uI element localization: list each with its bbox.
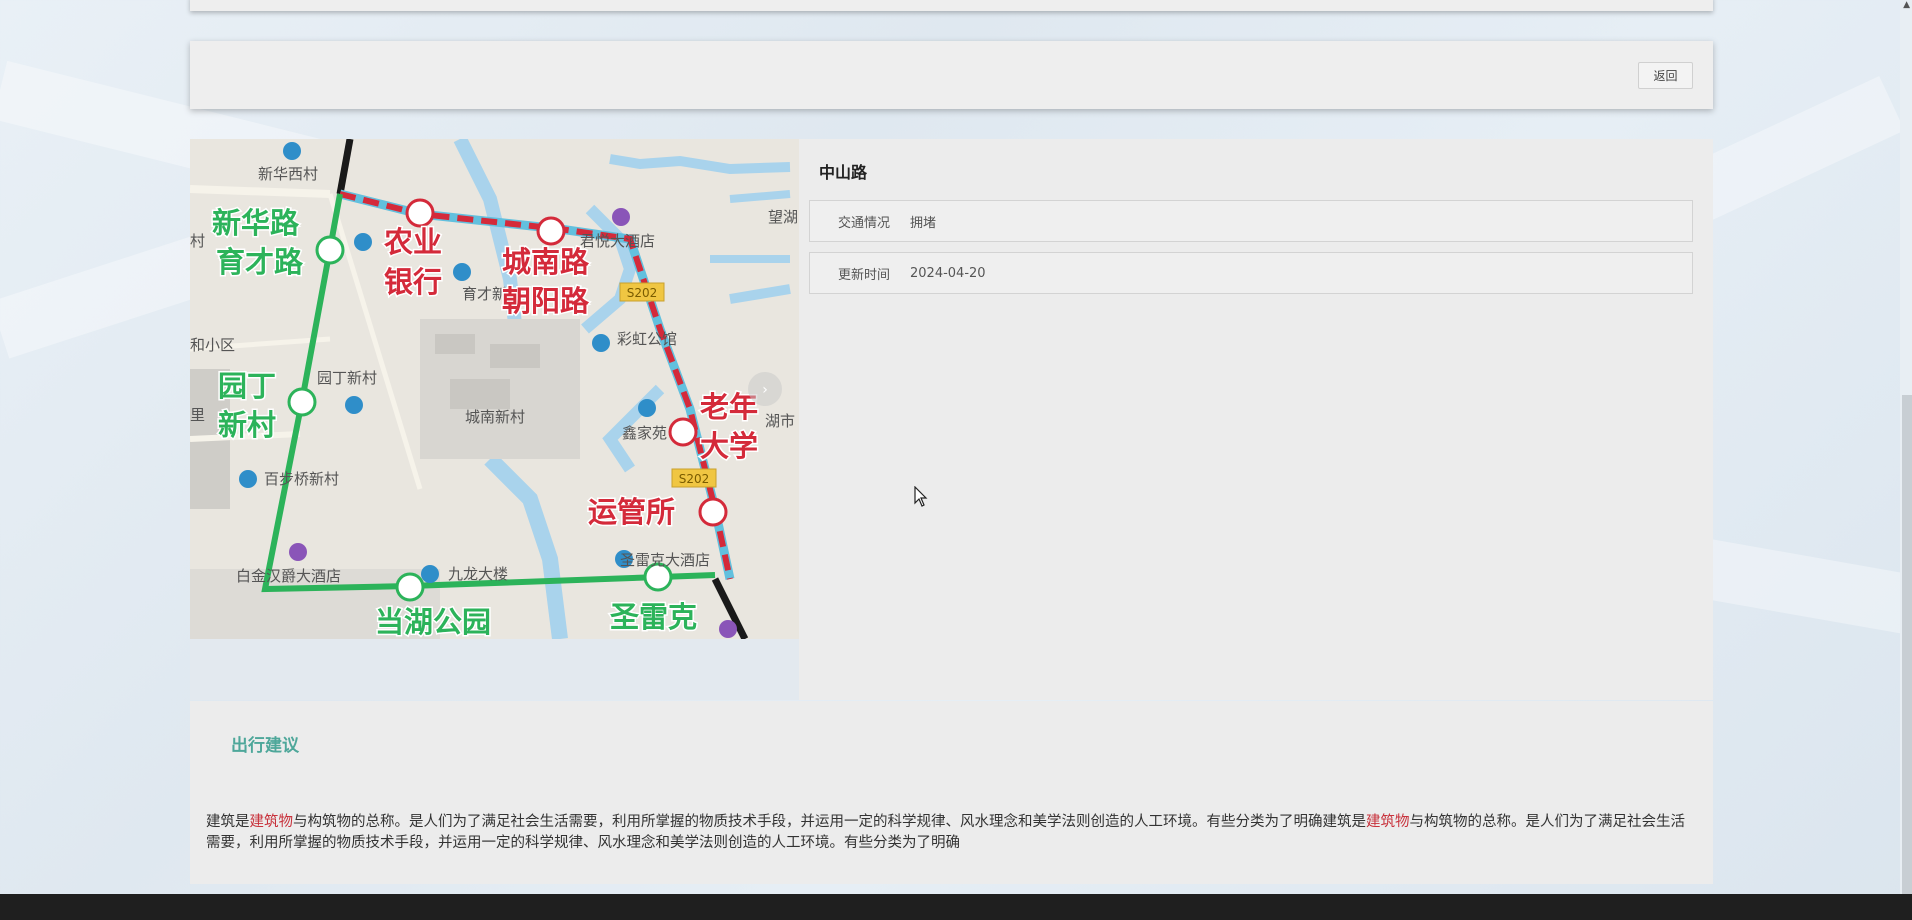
scrollbar-thumb[interactable] xyxy=(1902,395,1912,894)
route-map[interactable]: S202 S202 新华西村 育才新村 园丁新村 城南新村 彩虹公馆 鑫家苑 百… xyxy=(190,139,799,639)
stop-label: 城南路 xyxy=(502,245,590,279)
scroll-up-icon[interactable]: ▲ xyxy=(1903,0,1910,10)
road-detail-panel: S202 S202 新华西村 育才新村 园丁新村 城南新村 彩虹公馆 鑫家苑 百… xyxy=(190,139,1713,701)
route-map-svg: S202 S202 新华西村 育才新村 园丁新村 城南新村 彩虹公馆 鑫家苑 百… xyxy=(190,139,799,639)
stop-label: 园丁 xyxy=(218,369,276,403)
place-label: 城南新村 xyxy=(465,408,525,426)
stop-label: 圣雷克 xyxy=(610,600,697,634)
place-label: 村 xyxy=(190,232,205,250)
update-time-value: 2024-04-20 xyxy=(910,265,986,281)
place-label: 湖市 xyxy=(765,412,795,430)
stop-label: 农业 xyxy=(383,225,442,259)
stop-label: 大学 xyxy=(700,429,758,463)
place-label: 彩虹公馆 xyxy=(617,330,677,348)
stop-label: 新村 xyxy=(218,408,276,442)
mouse-cursor-icon xyxy=(914,486,928,507)
advice-title: 出行建议 xyxy=(231,736,299,756)
place-label: 九龙大楼 xyxy=(448,565,508,583)
road-info: 中山路 交通情况 拥堵 更新时间 2024-04-20 xyxy=(799,139,1713,700)
advice-highlight: 建筑物 xyxy=(249,814,294,830)
stop-label: 育才路 xyxy=(216,245,304,279)
scrollbar[interactable]: ▲ xyxy=(1900,0,1912,894)
place-label: 白金汉爵大酒店 xyxy=(236,567,341,585)
stop-label: 当湖公园 xyxy=(375,605,491,639)
advice-text-segment: 建筑是 xyxy=(206,814,250,830)
update-time-row: 更新时间 2024-04-20 xyxy=(809,252,1693,294)
place-label: 君悦大酒店 xyxy=(580,232,655,250)
back-button[interactable]: 返回 xyxy=(1638,62,1693,89)
traffic-status-row: 交通情况 拥堵 xyxy=(809,200,1693,242)
stop-label: 银行 xyxy=(384,265,442,299)
top-card xyxy=(190,0,1713,11)
road-badge: S202 xyxy=(679,472,710,486)
place-label: 百步桥新村 xyxy=(264,470,339,488)
advice-text: 建筑是建筑物与构筑物的总称。是人们为了满足社会生活需要，利用所掌握的物质技术手段… xyxy=(206,812,1696,854)
advice-highlight: 建筑物 xyxy=(1366,814,1410,830)
map-container: S202 S202 新华西村 育才新村 园丁新村 城南新村 彩虹公馆 鑫家苑 百… xyxy=(190,139,799,700)
travel-advice-section: 出行建议 建筑是建筑物与构筑物的总称。是人们为了满足社会生活需要，利用所掌握的物… xyxy=(190,701,1713,884)
stop-label: 新华路 xyxy=(212,206,300,240)
advice-text-segment: 与构筑物的总称。是人们为了满足社会生活需要，利用所掌握的物质技术手段，并运用一定… xyxy=(293,814,1366,830)
traffic-status-label: 交通情况 xyxy=(837,215,890,231)
toolbar: 返回 xyxy=(190,41,1713,109)
footer-bar xyxy=(0,894,1912,920)
road-badge: S202 xyxy=(627,286,658,300)
place-label: 和小区 xyxy=(190,336,235,354)
stop-label: 运管所 xyxy=(588,495,675,529)
place-label: 新华西村 xyxy=(258,165,318,183)
svg-text:›: › xyxy=(762,382,768,398)
place-label: 望湖 xyxy=(768,208,798,226)
stop-label: 朝阳路 xyxy=(502,284,590,318)
place-label: 鑫家苑 xyxy=(622,424,667,442)
traffic-status-value: 拥堵 xyxy=(910,215,937,231)
update-time-label: 更新时间 xyxy=(837,267,890,283)
place-label: 里 xyxy=(190,406,205,424)
road-name: 中山路 xyxy=(819,163,868,182)
place-label: 圣雷克大酒店 xyxy=(620,551,710,569)
place-label: 园丁新村 xyxy=(317,369,377,387)
